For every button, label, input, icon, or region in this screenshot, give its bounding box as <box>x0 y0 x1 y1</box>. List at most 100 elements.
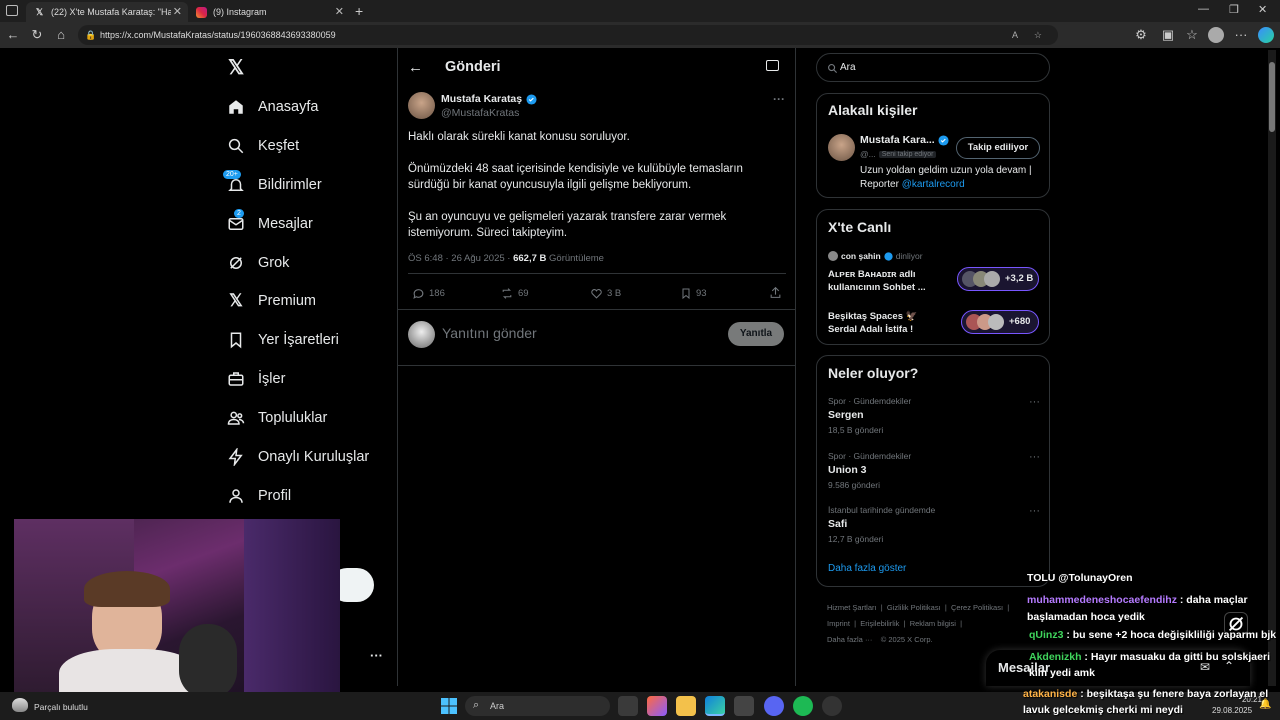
mail-icon: 2 <box>226 209 246 234</box>
nav-item-notifications[interactable]: 20+ Bildirimler <box>223 170 322 200</box>
home-browser-icon[interactable]: ⌂ <box>53 27 69 43</box>
url-text: https://x.com/MustafaKratas/status/19603… <box>100 30 336 40</box>
favorite-star-icon[interactable]: ☆ <box>1034 25 1042 45</box>
divider <box>408 273 786 274</box>
nav-item-communities[interactable]: Topluluklar <box>226 403 327 433</box>
trend-item[interactable]: İstanbul tarihinde gündemde Safi 12,7 B … <box>828 505 1040 549</box>
page-title: Gönderi <box>445 59 501 75</box>
nav-item-jobs[interactable]: İşler <box>226 364 285 394</box>
reader-mode-icon[interactable] <box>766 60 779 71</box>
reply-button[interactable]: Yanıtla <box>728 322 784 346</box>
bookmark-stat[interactable]: 93 <box>680 287 707 300</box>
weather-text[interactable]: Parçalı bulutlu <box>34 702 88 712</box>
show-more-link[interactable]: Daha fazla göster <box>828 563 906 574</box>
footer-link[interactable]: Hizmet Şartları <box>827 603 877 612</box>
close-tab-icon[interactable]: ✕ <box>335 5 344 18</box>
share-icon[interactable] <box>769 286 782 304</box>
copilot-icon[interactable] <box>1258 27 1274 43</box>
footer-link[interactable]: Reklam bilgisi <box>910 619 956 628</box>
search-box[interactable]: Ara <box>816 53 1050 82</box>
favorites-icon[interactable]: ☆ <box>1184 27 1200 43</box>
close-tab-icon[interactable]: ✕ <box>173 5 182 18</box>
nav-item-bookmarks[interactable]: Yer İşaretleri <box>226 325 339 355</box>
scrollbar-thumb[interactable] <box>1269 62 1275 132</box>
footer-link[interactable]: Imprint <box>827 619 850 628</box>
reply-count: 186 <box>429 288 445 299</box>
reply-input[interactable]: Yanıtını gönder <box>442 325 537 341</box>
footer-link[interactable]: Erişilebilirlik <box>860 619 899 628</box>
profile-avatar[interactable] <box>1208 27 1224 43</box>
live-host[interactable]: con şahin <box>841 251 881 261</box>
related-bio-link[interactable]: @kartalrecord <box>902 179 965 190</box>
minimize-icon[interactable]: — <box>1198 3 1209 15</box>
nav-item-label: Bildirimler <box>258 177 322 193</box>
live-space-2-listeners[interactable]: +680 <box>961 310 1039 334</box>
refresh-icon[interactable]: ↻ <box>29 27 45 43</box>
live-space-1-listeners[interactable]: +3,2 B <box>957 267 1039 291</box>
nav-item-grok[interactable]: Grok <box>226 248 289 278</box>
close-window-icon[interactable]: ✕ <box>1258 3 1267 16</box>
windows-start-icon[interactable] <box>439 696 459 716</box>
live-space-1[interactable]: Aʟᴘᴇʀ Bᴀʜᴀᴅɪʀ adlı kullanıcının Sohbet .… <box>828 268 943 294</box>
post-more-icon[interactable]: ··· <box>773 92 785 106</box>
repost-stat[interactable]: 69 <box>500 287 529 300</box>
related-name-line[interactable]: Mustafa Kara... <box>860 134 949 146</box>
tab-actions-icon[interactable] <box>6 5 18 16</box>
back-icon[interactable]: ← <box>5 27 21 43</box>
task-view-icon[interactable] <box>618 696 638 716</box>
person-icon <box>226 486 246 506</box>
new-tab-icon[interactable]: + <box>355 3 363 19</box>
search-input[interactable]: Ara <box>840 62 856 73</box>
following-button[interactable]: Takip ediliyor <box>956 137 1040 159</box>
taskbar-search[interactable]: ⌕ Ara <box>465 696 610 716</box>
related-avatar[interactable] <box>828 134 855 161</box>
trend-more-icon[interactable]: ··· <box>1029 451 1040 463</box>
nav-item-profile[interactable]: Profil <box>226 481 291 511</box>
extensions-icon[interactable]: ⚙ <box>1133 27 1149 43</box>
obs-icon[interactable] <box>822 696 842 716</box>
copilot-taskbar-icon[interactable] <box>647 696 667 716</box>
related-name[interactable]: Mustafa Kara... <box>860 134 935 146</box>
nav-item-premium[interactable]: 𝕏 Premium <box>226 286 316 316</box>
read-aloud-icon[interactable]: A <box>1012 25 1018 45</box>
trend-more-icon[interactable]: ··· <box>1029 396 1040 408</box>
related-bio: Uzun yoldan geldim uzun yola devam | Rep… <box>860 164 1040 191</box>
spotify-icon[interactable] <box>793 696 813 716</box>
file-explorer-icon[interactable] <box>676 696 696 716</box>
edge-icon[interactable] <box>705 696 725 716</box>
author-line[interactable]: Mustafa Karataş <box>441 93 537 105</box>
address-bar[interactable]: 🔒 https://x.com/MustafaKratas/status/196… <box>78 25 1058 45</box>
account-more-icon[interactable]: ··· <box>370 648 383 663</box>
discord-icon[interactable] <box>764 696 784 716</box>
tab-instagram[interactable]: (9) Instagram ✕ <box>188 2 350 22</box>
nav-item-home[interactable]: Anasayfa <box>226 92 318 122</box>
footer-link[interactable]: Çerez Politikası <box>951 603 1003 612</box>
trend-item[interactable]: Spor · Gündemdekiler Union 3 9.586 gönde… <box>828 451 1040 495</box>
nav-item-label: Keşfet <box>258 138 300 154</box>
author-avatar[interactable] <box>408 92 435 119</box>
post-time[interactable]: ÖS 6:48 · 26 Ağu 2025 · <box>408 253 513 264</box>
back-arrow-icon[interactable]: ← <box>408 59 423 76</box>
post-paragraph-3: Şu an oyuncuyu ve gelişmeleri yazarak tr… <box>408 211 727 239</box>
nav-item-messages[interactable]: 2 Mesajlar <box>226 209 313 239</box>
post-views: 662,7 B <box>513 253 547 264</box>
nav-item-explore[interactable]: Keşfet <box>226 131 299 161</box>
reply-stat[interactable]: 186 <box>412 287 445 300</box>
weather-icon[interactable] <box>12 698 28 712</box>
more-icon[interactable]: ··· <box>1233 27 1249 43</box>
tab-x-post[interactable]: 𝕏 (22) X'te Mustafa Karataş: "Haklı o ✕ <box>26 2 188 22</box>
live-space-2[interactable]: Beşiktaş Spaces 🦅 Serdal Adalı İstifa ! <box>828 310 943 336</box>
scrollbar[interactable] <box>1268 50 1276 686</box>
author-handle[interactable]: @MustafaKratas <box>441 107 519 119</box>
split-screen-icon[interactable]: ▣ <box>1160 27 1176 43</box>
like-stat[interactable]: 3 B <box>590 287 621 300</box>
trend-more-icon[interactable]: ··· <box>1029 505 1040 517</box>
store-icon[interactable] <box>734 696 754 716</box>
nav-item-verified-orgs[interactable]: Onaylı Kuruluşlar <box>226 442 369 472</box>
x-logo-icon[interactable]: 𝕏 <box>226 58 246 78</box>
footer-link[interactable]: Daha fazla ··· <box>827 635 872 644</box>
footer-link[interactable]: Gizlilik Politikası <box>887 603 941 612</box>
author-name[interactable]: Mustafa Karataş <box>441 93 522 105</box>
maximize-icon[interactable]: ❐ <box>1229 3 1239 16</box>
trend-item[interactable]: Spor · Gündemdekiler Sergen 18,5 B gönde… <box>828 396 1040 440</box>
